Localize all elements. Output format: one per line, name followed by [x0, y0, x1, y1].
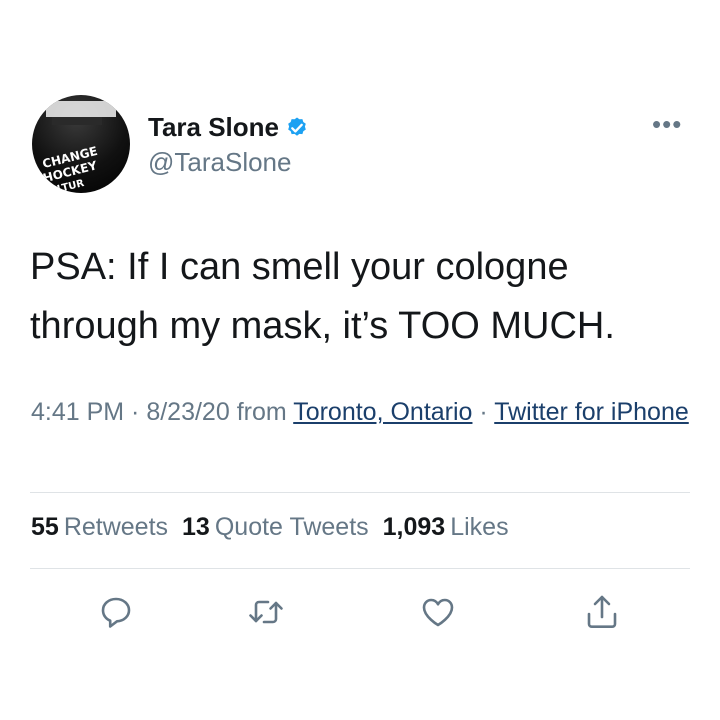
tweet-text: PSA: If I can smell your cologne through… [30, 246, 615, 347]
retweets-label: Retweets [63, 513, 169, 541]
tweet-stats: 55 Retweets 13 Quote Tweets 1,093 Likes [31, 513, 509, 542]
retweet-icon[interactable] [246, 592, 286, 632]
like-icon[interactable] [418, 592, 458, 632]
meta-from: from [229, 398, 294, 426]
avatar-image: CHANGE HOCKEY ULTUR [41, 101, 116, 193]
likes-stat[interactable]: 1,093 Likes [383, 513, 509, 542]
author-handle[interactable]: @TaraSlone [148, 147, 291, 178]
quotes-count: 13 [182, 513, 210, 541]
divider [30, 492, 690, 493]
retweets-count: 55 [31, 513, 59, 541]
avatar[interactable]: CHANGE HOCKEY ULTUR [32, 95, 130, 193]
location-link[interactable]: Toronto, Ontario [293, 398, 472, 426]
divider [30, 568, 690, 569]
action-bar [0, 592, 720, 632]
tweet-meta: 4:41 PM · 8/23/20 from Toronto, Ontario … [31, 393, 691, 432]
quotes-stat[interactable]: 13 Quote Tweets [182, 513, 369, 542]
author-name[interactable]: Tara Slone [148, 112, 279, 143]
likes-label: Likes [450, 513, 509, 541]
meta-separator: · [472, 398, 495, 426]
tweet-time[interactable]: 4:41 PM [31, 398, 124, 426]
reply-icon[interactable] [96, 592, 136, 632]
tweet-date[interactable]: 8/23/20 [146, 398, 229, 426]
verified-badge-icon [285, 116, 309, 140]
source-link[interactable]: Twitter for iPhone [494, 398, 689, 426]
share-icon[interactable] [582, 592, 622, 632]
more-options-icon[interactable]: ••• [652, 111, 682, 137]
quotes-label: Quote Tweets [214, 513, 369, 541]
author-name-row[interactable]: Tara Slone [148, 112, 309, 143]
likes-count: 1,093 [382, 513, 446, 541]
meta-separator: · [124, 398, 147, 426]
retweets-stat[interactable]: 55 Retweets [31, 513, 168, 542]
